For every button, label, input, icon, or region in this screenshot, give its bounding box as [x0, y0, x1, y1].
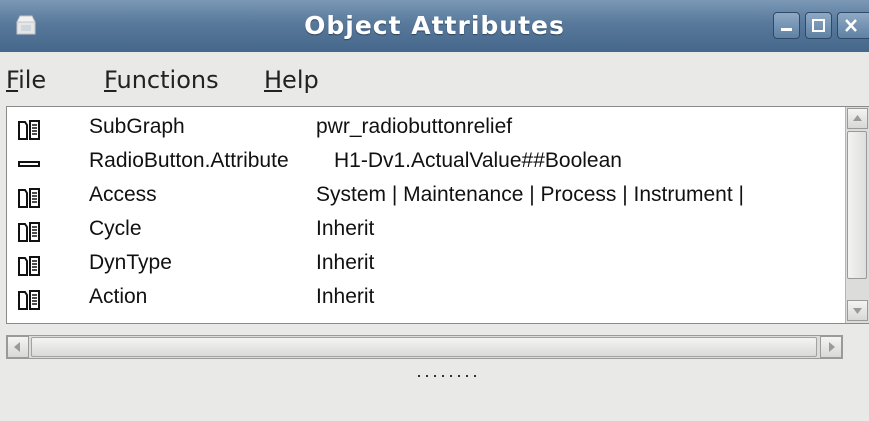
dash-icon: [18, 161, 40, 167]
attribute-name: Cycle: [89, 217, 142, 240]
attribute-name: Action: [89, 285, 148, 308]
window-title: Object Attributes: [304, 11, 565, 40]
attribute-value: pwr_radiobuttonrelief: [316, 115, 513, 138]
folder-icon: [18, 188, 40, 208]
list-item[interactable]: Action Inherit: [7, 283, 845, 317]
minimize-icon: [781, 28, 792, 31]
menu-file-label: ile: [18, 66, 47, 94]
list-item[interactable]: Access System | Maintenance | Process | …: [7, 181, 845, 215]
folder-icon: [18, 290, 40, 310]
minimize-button[interactable]: [773, 12, 800, 39]
menu-help-label: elp: [282, 66, 319, 94]
folder-icon: [18, 222, 40, 242]
attribute-name: Access: [89, 183, 157, 206]
attribute-list[interactable]: SubGraph pwr_radiobuttonrelief RadioButt…: [6, 106, 869, 324]
attribute-value: Inherit: [316, 217, 375, 240]
list-item[interactable]: Cycle Inherit: [7, 215, 845, 249]
attribute-name: DynType: [89, 251, 172, 274]
arrow-right-icon: [829, 342, 835, 352]
pane-resize-handle[interactable]: [418, 374, 478, 379]
horizontal-scroll-thumb[interactable]: [31, 337, 817, 357]
attribute-name: SubGraph: [89, 115, 185, 138]
list-item[interactable]: RadioButton.Attribute H1-Dv1.ActualValue…: [7, 147, 845, 181]
arrow-left-icon: [14, 342, 20, 352]
scroll-down-button[interactable]: [847, 300, 868, 321]
maximize-icon: [812, 19, 825, 32]
maximize-button[interactable]: [805, 12, 832, 39]
arrow-up-icon: [853, 115, 862, 121]
folder-icon: [18, 120, 40, 140]
scroll-up-button[interactable]: [847, 108, 868, 129]
vertical-scrollbar[interactable]: [845, 107, 869, 323]
menu-help[interactable]: Help: [264, 66, 319, 94]
attribute-name: RadioButton.Attribute: [89, 149, 289, 172]
title-bar[interactable]: Object Attributes: [0, 0, 869, 52]
attribute-value: Inherit: [316, 251, 375, 274]
scroll-left-button[interactable]: [7, 336, 29, 358]
list-item[interactable]: DynType Inherit: [7, 249, 845, 283]
attribute-value: System | Maintenance | Process | Instrum…: [316, 183, 744, 206]
scroll-right-button[interactable]: [820, 336, 842, 358]
menu-functions-label: unctions: [116, 66, 219, 94]
menu-help-mnemonic: H: [264, 66, 283, 94]
list-item[interactable]: SubGraph pwr_radiobuttonrelief: [7, 113, 845, 147]
folder-icon: [18, 256, 40, 276]
attribute-value: Inherit: [316, 285, 375, 308]
input-area: [0, 380, 869, 421]
menu-file-mnemonic: F: [6, 66, 19, 94]
arrow-down-icon: [853, 308, 862, 314]
close-icon: [845, 19, 857, 32]
close-button[interactable]: [837, 12, 869, 39]
horizontal-scrollbar[interactable]: [6, 335, 843, 359]
menu-bar: File Functions Help: [0, 52, 869, 106]
menu-functions-mnemonic: F: [104, 66, 117, 94]
vertical-scroll-thumb[interactable]: [847, 131, 867, 279]
menu-functions[interactable]: Functions: [104, 66, 219, 94]
attribute-value: H1-Dv1.ActualValue##Boolean: [334, 149, 622, 172]
menu-file[interactable]: File: [6, 66, 46, 94]
